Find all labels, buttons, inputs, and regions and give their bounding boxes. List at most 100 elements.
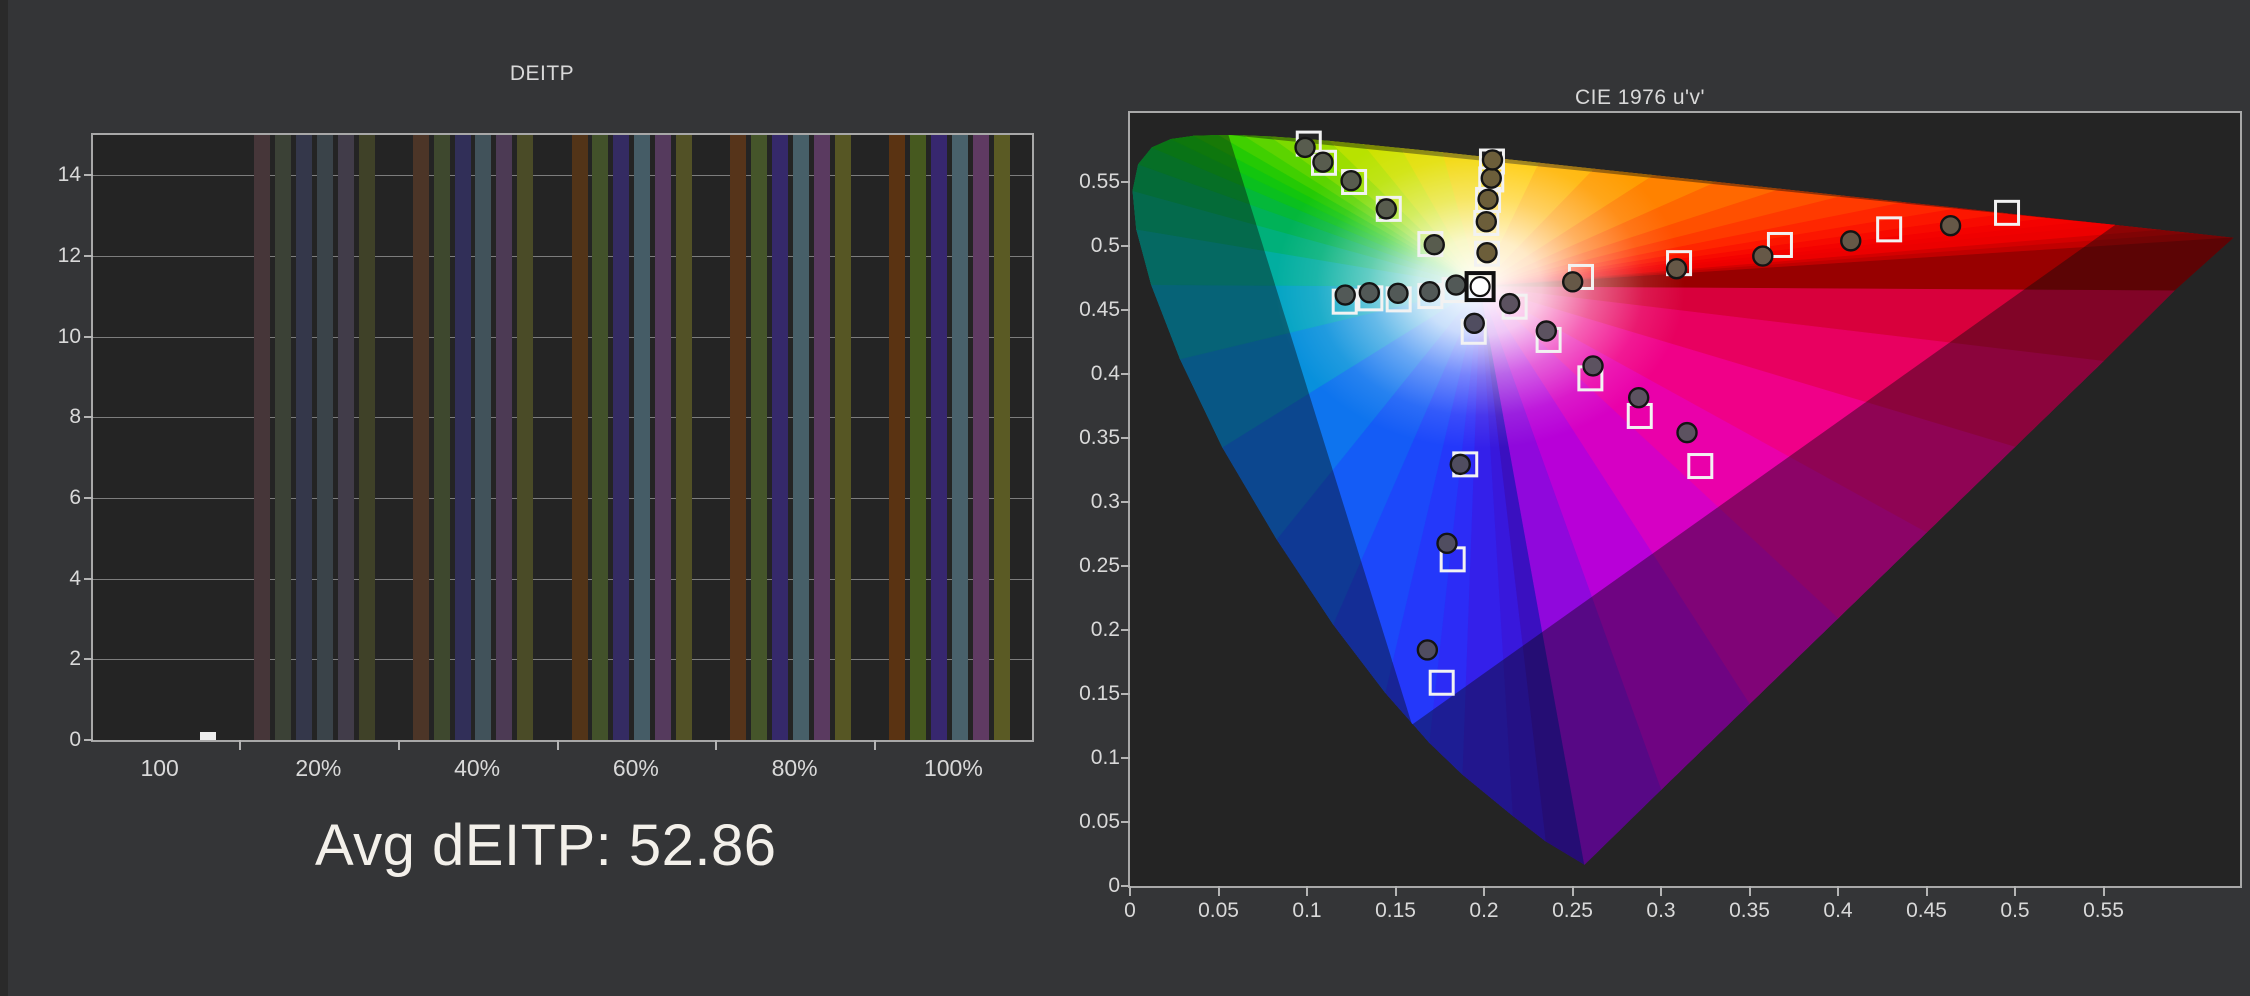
cie-x-tick-label: 0.3 <box>1646 899 1676 922</box>
bar-y-tick-label: 2 <box>69 647 81 671</box>
measured-dot-red <box>1939 214 1962 237</box>
deitp-bar <box>496 135 513 740</box>
deitp-bar <box>676 135 692 740</box>
deitp-bar <box>316 135 333 740</box>
measured-dot-magenta <box>1627 386 1650 409</box>
deitp-bar <box>834 135 851 740</box>
cie-y-tick <box>1121 757 1130 759</box>
cie-x-tick-label: 0.45 <box>1906 899 1947 922</box>
cie-y-tick <box>1121 437 1130 439</box>
deitp-bar <box>772 135 789 740</box>
cie-x-tick-label: 0.25 <box>1552 899 1593 922</box>
cie-y-tick <box>1121 501 1130 503</box>
bar-y-tick-label: 0 <box>69 728 81 751</box>
measured-dot-magenta <box>1676 421 1698 444</box>
bar-y-tick <box>84 497 93 499</box>
bar-y-tick-label: 8 <box>69 405 81 429</box>
deitp-bar <box>199 731 216 740</box>
left-edge-strip <box>0 0 8 996</box>
white-point-measured-dot <box>1469 275 1491 298</box>
deitp-bar <box>792 135 809 740</box>
cie-x-tick <box>2102 886 2105 896</box>
measured-dot-yellow <box>1481 149 1504 171</box>
deitp-bar <box>337 135 354 740</box>
cie-x-tick-label: 0.4 <box>1823 899 1853 922</box>
cie-y-tick <box>1121 693 1130 695</box>
bar-y-tick <box>84 577 93 580</box>
cie-y-tick-label: 0.5 <box>1090 234 1120 257</box>
bar-y-tick-label: 12 <box>57 244 81 267</box>
deitp-bar <box>972 135 989 740</box>
deitp-bar <box>930 135 947 740</box>
cie-x-tick-label: 0.55 <box>2083 899 2124 922</box>
cie-x-tick-label: 0.2 <box>1469 899 1499 922</box>
deitp-bar <box>295 135 312 740</box>
cie-y-tick <box>1121 309 1130 311</box>
cie-x-tick-label: 0.05 <box>1198 899 1239 922</box>
cie-y-tick-label: 0.45 <box>1079 298 1120 321</box>
measured-dot-yellow <box>1476 241 1498 264</box>
measured-dot-red <box>1561 271 1584 293</box>
measured-dot-blue <box>1436 532 1458 555</box>
measured-dot-red <box>1752 245 1774 267</box>
deitp-bar <box>813 135 830 740</box>
deitp-bar <box>993 135 1010 740</box>
measured-dot-cyan <box>1387 282 1409 305</box>
cie-y-tick-label: 0.05 <box>1079 810 1120 833</box>
measured-dot-magenta <box>1582 355 1604 377</box>
bar-y-tick <box>84 255 93 257</box>
cie-y-tick-label: 0.2 <box>1090 618 1120 641</box>
cie-y-tick <box>1121 245 1130 247</box>
cie-1976-diagram: 0 0.05 0.1 0.15 0.2 0.25 0.3 0.35 0.4 0.45 0.5 0.55… <box>1079 111 2242 922</box>
measured-dot-green <box>1294 136 1316 159</box>
cie-y-tick <box>1121 181 1130 183</box>
bar-x-tick <box>397 740 400 750</box>
measured-dot-cyan <box>1418 280 1441 303</box>
deitp-bar <box>889 135 905 740</box>
cie-y-tick-label: 0.1 <box>1090 746 1120 769</box>
cie-x-tick-label: 0.1 <box>1292 899 1322 922</box>
measured-dot-green <box>1312 151 1334 173</box>
cie-x-tick <box>1483 886 1485 896</box>
bar-y-tick-label: 10 <box>57 324 81 348</box>
cie-y-tick-label: 0.25 <box>1079 554 1120 577</box>
cie-x-tick <box>1660 886 1662 896</box>
measured-dot-green <box>1340 170 1362 192</box>
bar-y-tick-label: 6 <box>69 486 81 509</box>
cie-x-tick <box>1394 886 1397 896</box>
measured-dot-blue <box>1449 453 1471 476</box>
bar-x-tick <box>239 740 241 750</box>
deitp-bar <box>634 135 651 740</box>
cie-y-tick <box>1121 629 1130 631</box>
bar-x-category-label: 40% <box>454 755 501 781</box>
deitp-bar <box>951 135 968 740</box>
measured-dot-cyan <box>1334 284 1356 306</box>
avg-deitp-label: Avg dEITP: 52.86 <box>315 813 777 878</box>
bar-y-tick-label: 4 <box>69 566 81 590</box>
bar-y-tick <box>84 658 93 661</box>
bar-y-tick <box>84 416 93 419</box>
cie-y-tick-label: 0 <box>1108 874 1120 897</box>
deitp-bar <box>358 135 375 740</box>
cie-y-tick <box>1121 565 1130 567</box>
cie-x-tick <box>2014 886 2016 896</box>
bar-y-tick <box>84 739 93 741</box>
cie-y-tick-label: 0.35 <box>1079 426 1120 449</box>
cie-y-tick-label: 0.4 <box>1090 362 1120 385</box>
deitp-bar <box>909 135 926 740</box>
measured-dot-cyan <box>1358 282 1381 304</box>
measured-dot-yellow <box>1475 210 1498 233</box>
bar-x-tick <box>874 740 876 750</box>
measured-dot-yellow <box>1477 188 1499 210</box>
deitp-bar <box>254 135 270 740</box>
measured-dot-green <box>1375 198 1397 220</box>
cie-y-tick-label: 0.15 <box>1079 682 1120 705</box>
bar-y-tick-label: 14 <box>57 163 81 187</box>
bar-x-category-label: 80% <box>771 755 818 781</box>
cie-chart-title: CIE 1976 u'v' <box>1574 86 1706 109</box>
cie-y-tick-label: 0.55 <box>1079 170 1120 193</box>
cie-x-tick-label: 0.15 <box>1375 899 1416 922</box>
cie-y-tick <box>1121 885 1130 887</box>
bar-x-tick <box>715 740 718 750</box>
deitp-bar-chart: 0 2 4 6 8 10 12 14 100 20% 40% 60% 80% 100% <box>58 133 1034 781</box>
